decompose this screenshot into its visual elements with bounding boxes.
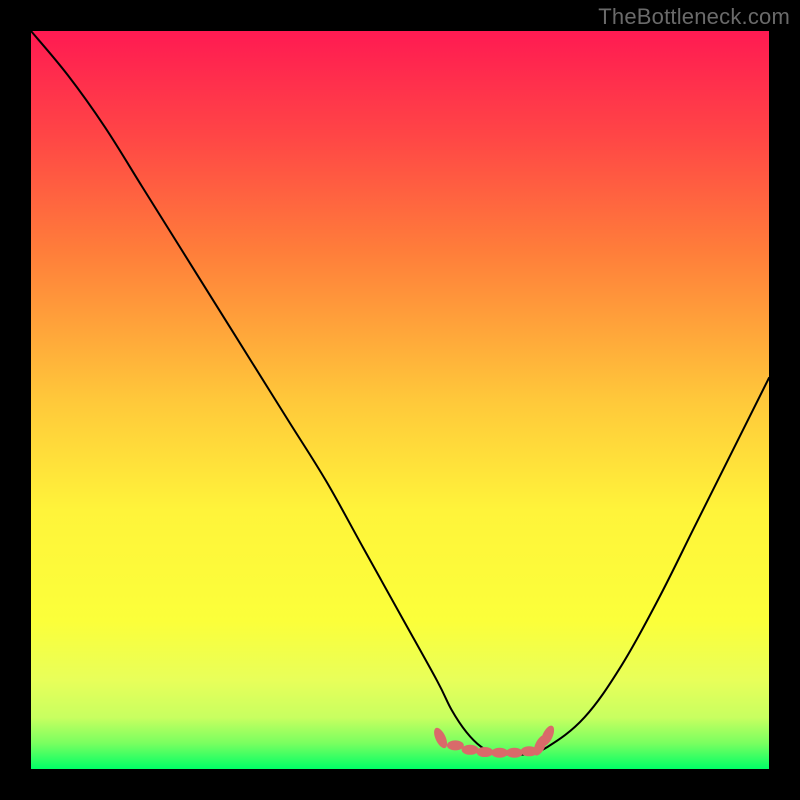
marker-dot [447, 740, 464, 750]
bottleneck-curve [31, 31, 769, 755]
watermark-label: TheBottleneck.com [598, 4, 790, 30]
chart-frame: TheBottleneck.com [0, 0, 800, 800]
marker-dot [491, 748, 508, 758]
bottleneck-range-markers [431, 724, 556, 758]
marker-dot [506, 748, 523, 758]
bottleneck-curve-layer [31, 31, 769, 769]
marker-dot [476, 747, 493, 757]
marker-dot [462, 745, 479, 755]
marker-dot [431, 726, 449, 750]
